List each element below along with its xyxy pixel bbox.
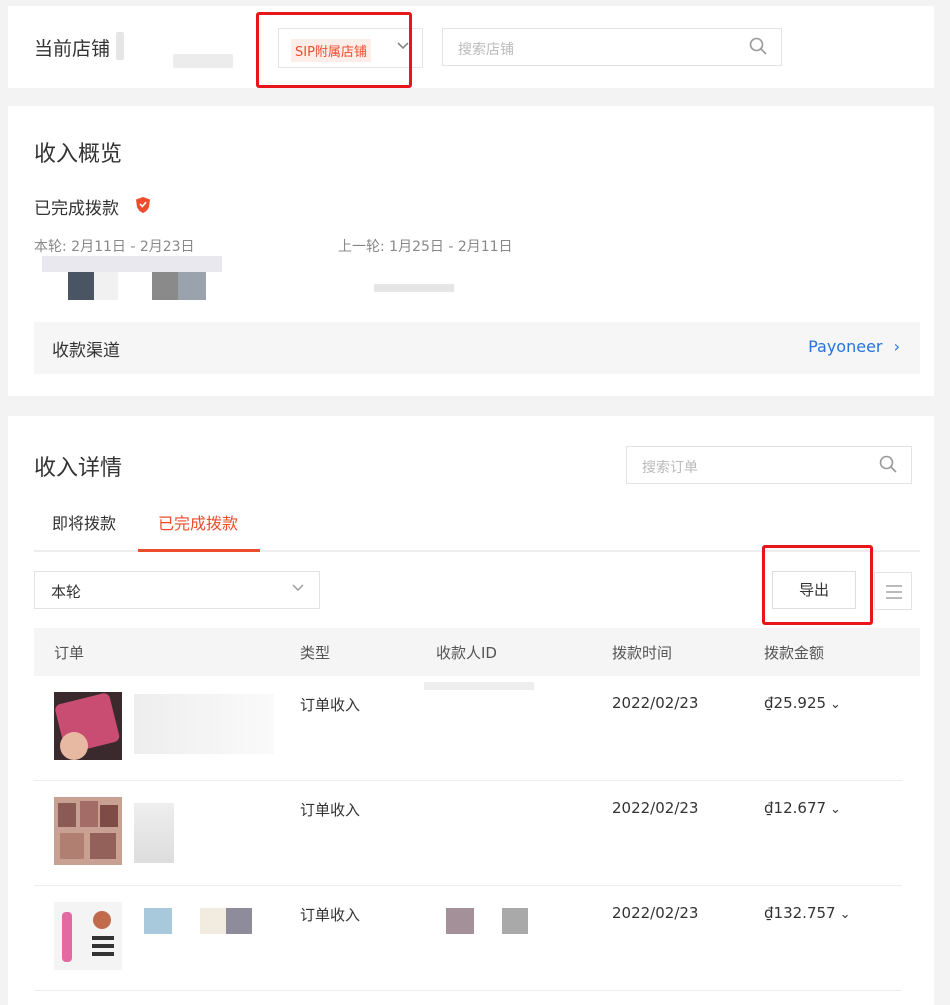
- chevron-down-icon: ⌄: [839, 907, 851, 922]
- table-row[interactable]: 订单收入 2022/02/23 ₫12.677 ⌄: [34, 781, 902, 886]
- product-thumbnail: [54, 692, 122, 760]
- payee-id-redacted: [446, 908, 474, 934]
- store-name-redacted: [116, 32, 124, 60]
- payment-channel-value: Payoneer: [808, 337, 883, 356]
- payment-channel-link[interactable]: Payoneer ›: [808, 337, 900, 356]
- shield-icon[interactable]: [135, 196, 151, 214]
- table-row[interactable]: 订单收入 2022/02/23 ₫132.757 ⌄: [34, 886, 902, 991]
- row-amount-value: ₫132.757: [764, 904, 836, 922]
- row-type: 订单收入: [300, 906, 361, 924]
- chevron-down-icon: ⌄: [830, 802, 841, 817]
- payment-channel-row[interactable]: 收款渠道 Payoneer ›: [34, 322, 920, 374]
- row-amount[interactable]: ₫12.677 ⌄: [764, 799, 841, 817]
- order-info-redacted: [144, 908, 172, 934]
- table-header: 订单 类型 收款人ID 拨款时间 拨款金额: [34, 628, 920, 676]
- order-info-redacted: [226, 908, 252, 934]
- overview-title: 收入概览: [34, 142, 123, 167]
- income-overview-card: 收入概览 已完成拨款 本轮: 2月11日 - 2月23日 上一轮: 1月25日 …: [8, 106, 934, 396]
- payout-amount-redacted: [34, 256, 484, 306]
- row-date: 2022/02/23: [612, 694, 699, 712]
- row-type: 订单收入: [300, 696, 361, 714]
- order-search-input[interactable]: 搜索订单: [626, 446, 912, 484]
- previous-period: 上一轮: 1月25日 - 2月11日: [338, 239, 513, 255]
- payee-id-redacted: [424, 682, 534, 690]
- payee-id-redacted: [502, 908, 528, 934]
- search-icon: [879, 455, 897, 473]
- order-info-redacted: [134, 803, 174, 863]
- chevron-right-icon: ›: [893, 337, 900, 356]
- column-payout-amount: 拨款金额: [764, 644, 825, 662]
- order-search-placeholder: 搜索订单: [642, 460, 698, 476]
- row-type: 订单收入: [300, 801, 361, 819]
- order-info-redacted: [200, 908, 226, 934]
- row-amount[interactable]: ₫25.925 ⌄: [764, 694, 841, 712]
- search-icon: [749, 37, 767, 55]
- order-info-redacted: [134, 694, 274, 754]
- export-highlight: [762, 545, 873, 625]
- tab-upcoming-payout[interactable]: 即将拨款: [52, 510, 116, 534]
- store-select-highlight: [256, 12, 412, 88]
- chevron-down-icon: ⌄: [830, 697, 841, 712]
- payment-channel-label: 收款渠道: [52, 341, 120, 361]
- current-store-label: 当前店铺: [34, 38, 111, 60]
- details-title: 收入详情: [34, 456, 123, 481]
- column-order: 订单: [54, 644, 85, 662]
- income-details-card: 收入详情 搜索订单 即将拨款 已完成拨款 本轮 导出 订单 类型 收款人ID 拨…: [8, 416, 934, 1005]
- current-period: 本轮: 2月11日 - 2月23日: [34, 239, 195, 255]
- completed-payout-title: 已完成拨款: [34, 199, 119, 219]
- store-bar: 当前店铺 SIP附属店铺 搜索店铺: [8, 6, 934, 88]
- period-select-value: 本轮: [51, 583, 82, 601]
- list-menu-icon[interactable]: [874, 572, 912, 610]
- store-id-redacted: [173, 54, 233, 68]
- column-payout-time: 拨款时间: [612, 644, 673, 662]
- period-select[interactable]: 本轮: [34, 571, 320, 609]
- row-date: 2022/02/23: [612, 904, 699, 922]
- row-amount-value: ₫25.925: [764, 694, 827, 712]
- active-tab-indicator: [138, 549, 260, 552]
- row-amount-value: ₫12.677: [764, 799, 827, 817]
- table-row[interactable]: 订单收入 2022/02/23 ₫25.925 ⌄: [34, 676, 902, 781]
- column-payee-id: 收款人ID: [436, 644, 497, 662]
- store-search-input[interactable]: 搜索店铺: [442, 28, 782, 66]
- tab-completed-payout[interactable]: 已完成拨款: [158, 510, 238, 534]
- row-date: 2022/02/23: [612, 799, 699, 817]
- store-search-placeholder: 搜索店铺: [458, 42, 514, 58]
- chevron-down-icon: [291, 580, 305, 598]
- product-thumbnail: [54, 797, 122, 865]
- column-type: 类型: [300, 644, 331, 662]
- product-thumbnail: [54, 902, 122, 970]
- row-amount[interactable]: ₫132.757 ⌄: [764, 904, 850, 922]
